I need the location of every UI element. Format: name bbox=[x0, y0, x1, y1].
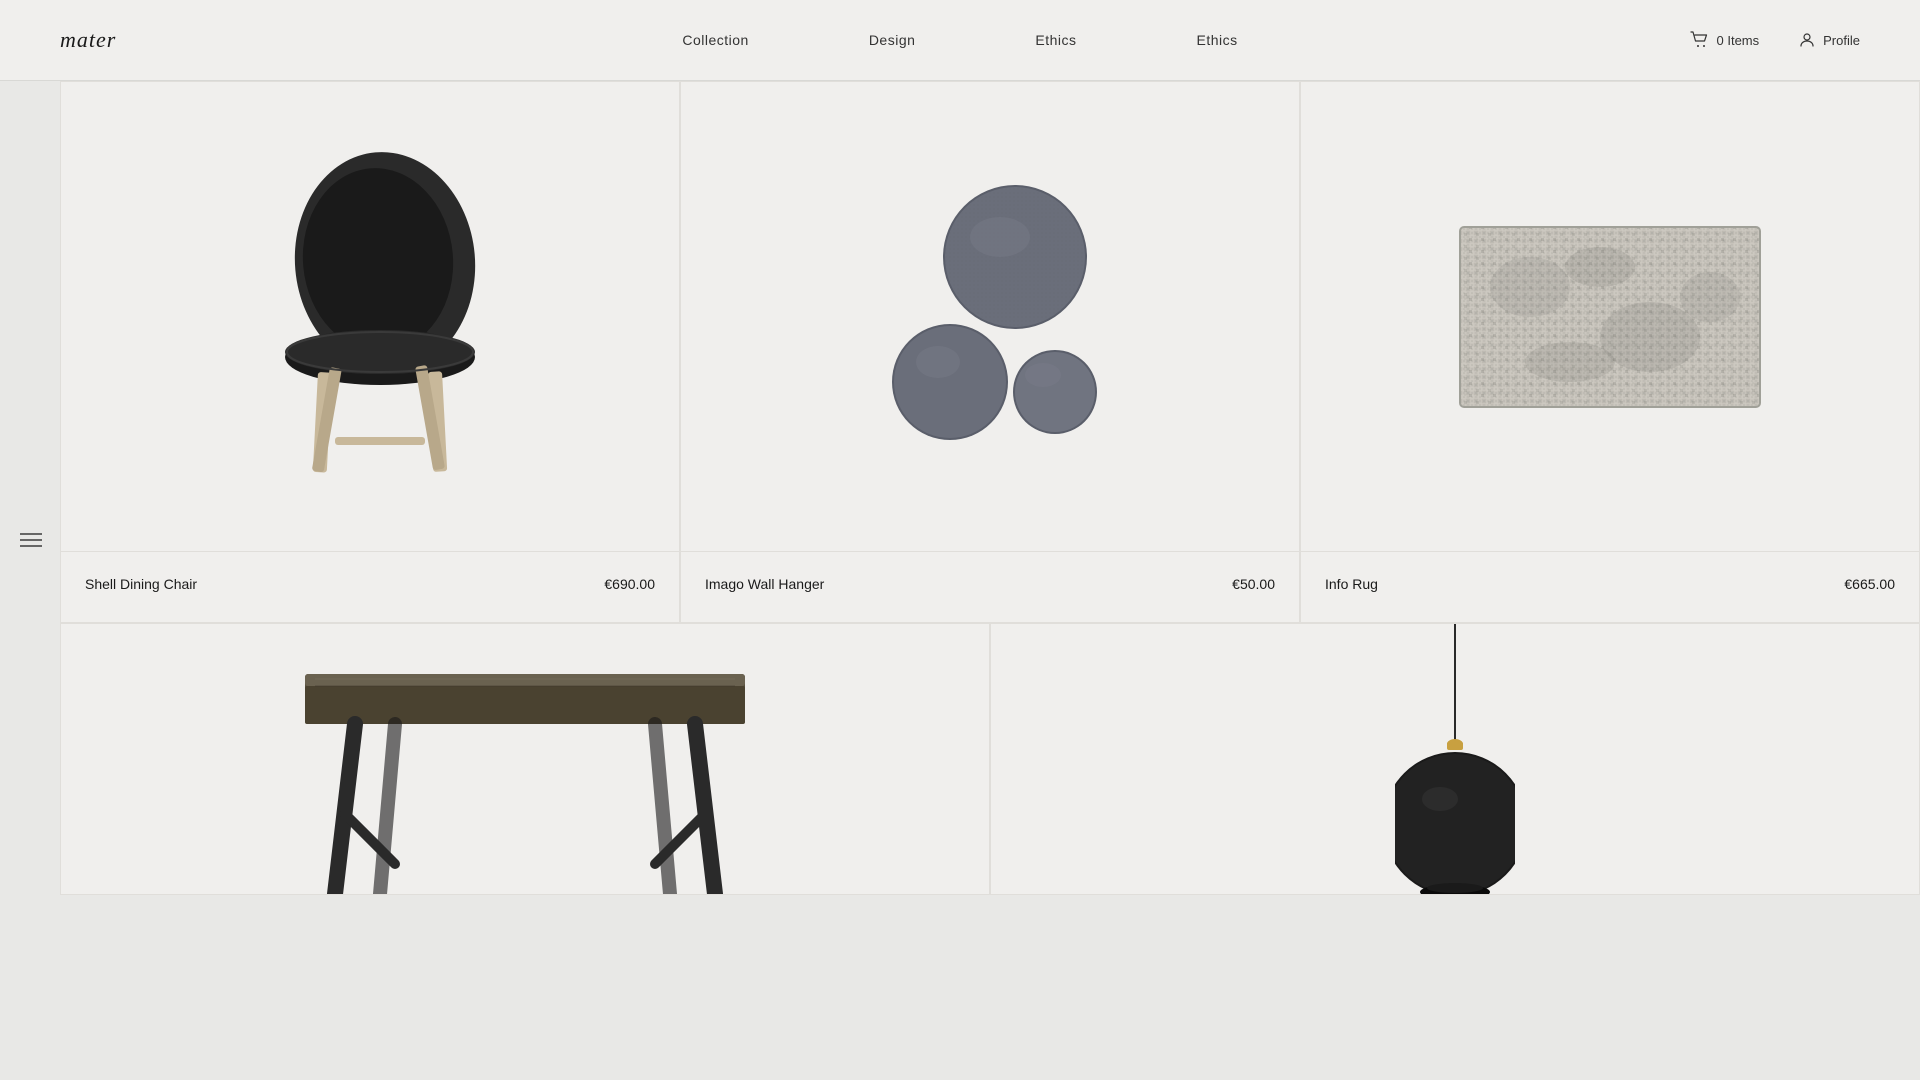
product-image-lamp bbox=[991, 624, 1919, 894]
cart-icon bbox=[1690, 31, 1708, 49]
header-right: 0 Items Profile bbox=[1690, 31, 1860, 49]
logo[interactable]: mater bbox=[60, 27, 116, 53]
profile-icon bbox=[1799, 32, 1815, 48]
product-name-shell-dining-chair: Shell Dining Chair bbox=[85, 576, 197, 592]
product-card-table[interactable] bbox=[60, 623, 990, 895]
nav-collection[interactable]: Collection bbox=[622, 32, 808, 48]
product-card-imago-wall-hanger[interactable]: Imago Wall Hanger €50.00 bbox=[680, 81, 1300, 623]
main-nav: Collection Design Ethics Ethics bbox=[622, 32, 1297, 48]
hamburger-line-3 bbox=[20, 545, 42, 547]
product-card-shell-dining-chair[interactable]: Shell Dining Chair €690.00 bbox=[60, 81, 680, 623]
product-grid-row-2 bbox=[60, 623, 1920, 895]
cart-button[interactable]: 0 Items bbox=[1690, 31, 1759, 49]
header: mater Collection Design Ethics Ethics 0 … bbox=[0, 0, 1920, 81]
chair-image bbox=[230, 142, 510, 492]
product-card-lamp[interactable] bbox=[990, 623, 1920, 895]
table-image bbox=[265, 634, 785, 894]
cart-count: 0 Items bbox=[1716, 33, 1759, 48]
product-info-imago-wall-hanger: Imago Wall Hanger €50.00 bbox=[681, 552, 1299, 622]
profile-label: Profile bbox=[1823, 33, 1860, 48]
product-image-table bbox=[61, 624, 989, 894]
lamp-image bbox=[1395, 624, 1515, 894]
sidebar-menu-button[interactable] bbox=[20, 529, 42, 551]
product-image-info-rug bbox=[1301, 82, 1919, 552]
product-image-shell-dining-chair bbox=[61, 82, 679, 552]
product-info-info-rug: Info Rug €665.00 bbox=[1301, 552, 1919, 622]
rug-image bbox=[1450, 207, 1770, 427]
product-info-shell-dining-chair: Shell Dining Chair €690.00 bbox=[61, 552, 679, 622]
main-content: Shell Dining Chair €690.00 bbox=[60, 81, 1920, 895]
hamburger-line-2 bbox=[20, 539, 42, 541]
nav-design[interactable]: Design bbox=[809, 32, 976, 48]
product-price-info-rug: €665.00 bbox=[1844, 576, 1895, 592]
nav-ethics-2[interactable]: Ethics bbox=[1137, 32, 1298, 48]
product-card-info-rug[interactable]: Info Rug €665.00 bbox=[1300, 81, 1920, 623]
product-name-info-rug: Info Rug bbox=[1325, 576, 1378, 592]
nav-ethics-1[interactable]: Ethics bbox=[975, 32, 1136, 48]
profile-button[interactable]: Profile bbox=[1799, 32, 1860, 48]
hanger-image bbox=[860, 147, 1120, 487]
product-grid-row-1: Shell Dining Chair €690.00 bbox=[60, 81, 1920, 623]
product-price-shell-dining-chair: €690.00 bbox=[604, 576, 655, 592]
product-price-imago-wall-hanger: €50.00 bbox=[1232, 576, 1275, 592]
product-name-imago-wall-hanger: Imago Wall Hanger bbox=[705, 576, 824, 592]
hamburger-line-1 bbox=[20, 533, 42, 535]
product-image-imago-wall-hanger bbox=[681, 82, 1299, 552]
